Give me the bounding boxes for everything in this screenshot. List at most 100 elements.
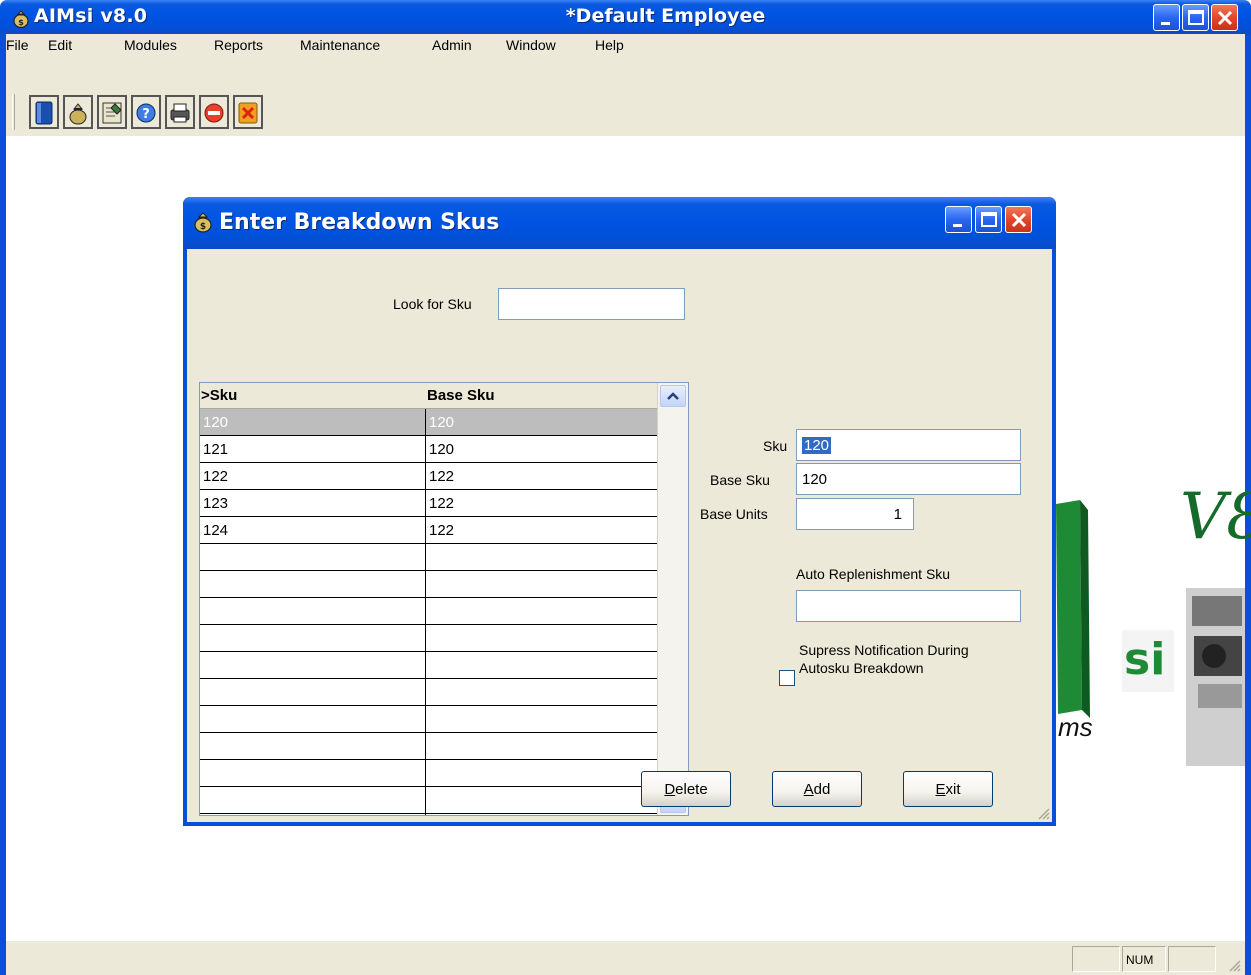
- menu-maintenance[interactable]: Maintenance: [300, 37, 380, 53]
- grid-vertical-scrollbar[interactable]: [657, 383, 688, 815]
- cell-sku: 121: [203, 441, 229, 458]
- close-icon: [1217, 10, 1233, 26]
- table-row[interactable]: [200, 679, 657, 706]
- svg-text:?: ?: [142, 107, 150, 122]
- cell-base-sku: 122: [429, 495, 455, 512]
- menu-help[interactable]: Help: [595, 37, 624, 53]
- toolbar-stop-button[interactable]: [199, 95, 229, 129]
- notepad-icon: [102, 102, 122, 124]
- window-title: *Default Employee: [565, 5, 766, 27]
- cell-base-sku: 120: [429, 414, 455, 431]
- suppress-notification-label-line2: Autosku Breakdown: [799, 660, 924, 676]
- resize-grip-icon[interactable]: [1036, 806, 1050, 820]
- money-bag-icon: [69, 103, 87, 125]
- cell-sku: 122: [203, 468, 229, 485]
- delete-button[interactable]: Delete: [641, 771, 731, 807]
- suppress-notification-label-line1: Supress Notification During: [799, 642, 969, 658]
- dialog-body: Look for Sku >Sku Base Sku 120 120 121 120 1…: [187, 249, 1052, 822]
- table-row[interactable]: [200, 625, 657, 652]
- base-sku-field[interactable]: 120: [796, 463, 1021, 495]
- close-button[interactable]: [1211, 4, 1238, 31]
- main-title-bar[interactable]: $ AIMsi v8.0 *Default Employee: [0, 0, 1251, 34]
- minimize-button[interactable]: [1153, 4, 1180, 31]
- auto-replenishment-field[interactable]: [796, 590, 1021, 622]
- table-row[interactable]: [200, 787, 657, 814]
- sku-label: Sku: [763, 438, 788, 454]
- add-button-accel: A: [803, 781, 814, 798]
- help-icon: ?: [136, 103, 156, 123]
- add-button-rest: dd: [813, 781, 831, 798]
- table-row[interactable]: 122 122: [200, 463, 657, 490]
- exit-icon: [238, 102, 258, 124]
- base-units-label: Base Units: [700, 506, 768, 522]
- menu-file[interactable]: File: [6, 37, 29, 53]
- menu-admin[interactable]: Admin: [432, 37, 472, 53]
- look-for-sku-label: Look for Sku: [393, 296, 472, 312]
- auto-replenishment-label: Auto Replenishment Sku: [796, 566, 951, 582]
- toolbar-print-button[interactable]: [165, 95, 195, 129]
- money-bag-icon: $: [193, 211, 213, 237]
- menu-reports[interactable]: Reports: [214, 37, 263, 53]
- look-for-sku-input[interactable]: [498, 288, 685, 320]
- status-panel-num: NUM: [1122, 946, 1166, 972]
- toolbar-notepad-button[interactable]: [97, 95, 127, 129]
- cell-sku: 123: [203, 495, 229, 512]
- delete-button-rest: elete: [675, 781, 708, 798]
- dialog-maximize-button[interactable]: [975, 206, 1002, 233]
- exit-button[interactable]: Exit: [903, 771, 993, 807]
- menu-window[interactable]: Window: [506, 37, 556, 53]
- logo-version-text: V8: [1180, 480, 1251, 554]
- column-header-base-sku[interactable]: Base Sku: [427, 387, 495, 404]
- suppress-notification-checkbox[interactable]: [779, 670, 795, 686]
- status-bar: NUM: [6, 940, 1245, 975]
- close-icon: [1011, 212, 1027, 228]
- chevron-up-icon: [667, 392, 679, 400]
- minimize-icon: [953, 224, 962, 227]
- add-button[interactable]: Add: [772, 771, 862, 807]
- menu-modules[interactable]: Modules: [124, 37, 177, 53]
- sku-field-value: 120: [802, 437, 832, 454]
- sku-grid[interactable]: >Sku Base Sku 120 120 121 120 122 122 123 122 12…: [199, 382, 689, 816]
- breakdown-skus-dialog: $ Enter Breakdown Skus Look for Sku >Sku…: [183, 197, 1056, 826]
- dialog-minimize-button[interactable]: [945, 206, 972, 233]
- toolbar-money-button[interactable]: [63, 95, 93, 129]
- exit-button-accel: E: [935, 781, 946, 798]
- table-row[interactable]: [200, 598, 657, 625]
- toolbar-exit-button[interactable]: [233, 95, 263, 129]
- table-row[interactable]: [200, 652, 657, 679]
- table-row[interactable]: [200, 760, 657, 787]
- cell-sku: 120: [203, 414, 229, 431]
- table-row[interactable]: 123 122: [200, 490, 657, 517]
- menu-edit[interactable]: Edit: [48, 37, 72, 53]
- table-row[interactable]: [200, 544, 657, 571]
- printer-icon: [170, 103, 190, 123]
- base-units-field[interactable]: 1: [796, 498, 914, 530]
- table-row[interactable]: 121 120: [200, 436, 657, 463]
- maximize-icon: [981, 212, 997, 227]
- table-row[interactable]: [200, 733, 657, 760]
- toolbar-grip[interactable]: [12, 94, 15, 130]
- grid-column-divider: [425, 409, 426, 815]
- table-row[interactable]: [200, 706, 657, 733]
- column-header-sku[interactable]: >Sku: [201, 387, 237, 404]
- maximize-icon: [1188, 10, 1204, 25]
- cell-base-sku: 122: [429, 522, 455, 539]
- table-row[interactable]: 120 120: [200, 409, 657, 436]
- cell-sku: 124: [203, 522, 229, 539]
- scroll-up-button[interactable]: [660, 385, 686, 407]
- table-row[interactable]: [200, 571, 657, 598]
- menu-items: File Edit Modules Reports Maintenance Ad…: [6, 34, 1245, 56]
- toolbar-help-button[interactable]: ?: [131, 95, 161, 129]
- table-row[interactable]: 124 122: [200, 517, 657, 544]
- cell-base-sku: 122: [429, 468, 455, 485]
- maximize-button[interactable]: [1182, 4, 1209, 31]
- book-icon: [35, 101, 53, 125]
- dialog-close-button[interactable]: [1005, 206, 1032, 233]
- toolbar-book-button[interactable]: [29, 95, 59, 129]
- sku-field[interactable]: 120: [796, 429, 1021, 461]
- resize-grip-icon[interactable]: [1226, 957, 1242, 973]
- dialog-title-bar[interactable]: $ Enter Breakdown Skus: [183, 197, 1056, 249]
- exit-button-rest: xit: [945, 781, 961, 798]
- svg-text:si: si: [1124, 634, 1165, 685]
- minimize-icon: [1161, 22, 1170, 25]
